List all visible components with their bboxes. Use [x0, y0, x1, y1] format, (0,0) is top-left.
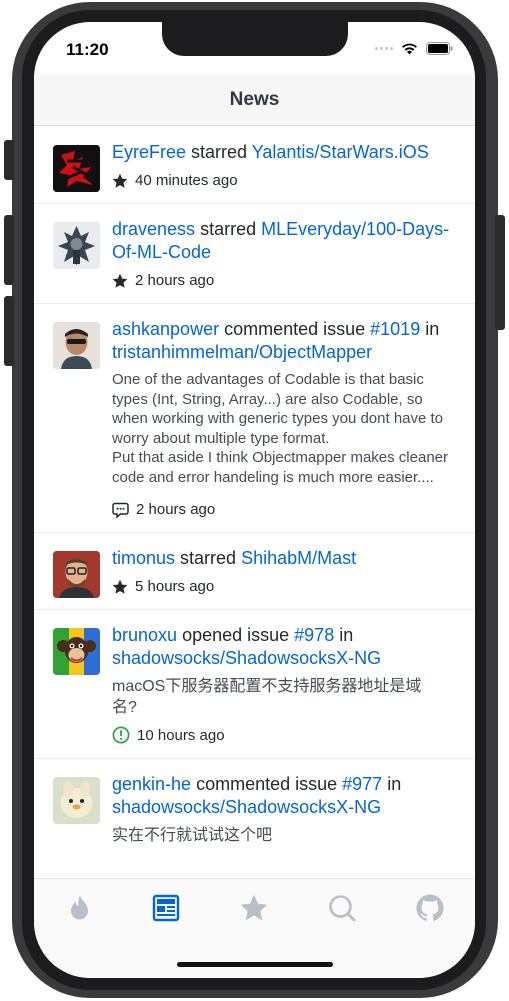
flame-icon [71, 895, 88, 920]
feed-item[interactable]: draveness starred MLEveryday/100-Days-Of… [34, 204, 475, 304]
notch [162, 22, 348, 56]
item-meta: 10 hours ago [112, 726, 461, 744]
user-link[interactable]: EyreFree [112, 142, 186, 162]
star-icon [112, 273, 128, 288]
action-text: starred [175, 548, 242, 568]
star-icon [112, 579, 128, 594]
user-link[interactable]: timonus [112, 548, 175, 568]
battery-icon [426, 42, 453, 55]
timestamp: 10 hours ago [137, 726, 225, 744]
feed-item[interactable]: genkin-he commented issue #977 in shadow… [34, 759, 475, 860]
tab-starred[interactable] [239, 893, 269, 923]
avatar[interactable] [53, 322, 100, 369]
action-text: commented issue [219, 319, 371, 339]
signal-icon [375, 47, 393, 50]
feed-item[interactable]: timonus starred ShihabM/Mast 5 hours ago [34, 533, 475, 610]
issue-opened-icon [112, 726, 130, 744]
home-indicator [177, 962, 333, 967]
comment-body: One of the advantages of Codable is that… [112, 371, 449, 486]
page-title: News [229, 88, 280, 110]
in-text: in [382, 774, 402, 794]
item-meta: 2 hours ago [112, 501, 461, 518]
comment-body: 实在不行就试试这个吧 [112, 827, 273, 844]
feed-item[interactable]: EyreFree starred Yalantis/StarWars.iOS 4… [34, 127, 475, 204]
tab-trending[interactable] [65, 893, 95, 923]
comment-icon [112, 502, 129, 518]
timestamp: 40 minutes ago [135, 172, 238, 189]
github-icon [416, 894, 444, 921]
in-text: in [334, 625, 354, 645]
in-text: in [420, 319, 440, 339]
issue-link[interactable]: #978 [294, 625, 334, 645]
repo-link[interactable]: tristanhimmelman/ObjectMapper [112, 342, 372, 362]
timestamp: 2 hours ago [136, 501, 216, 518]
item-headline: ashkanpower commented issue #1019 in tri… [112, 318, 461, 364]
item-meta: 40 minutes ago [112, 172, 461, 189]
item-headline: draveness starred MLEveryday/100-Days-Of… [112, 218, 461, 264]
screen: 11:20 News EyreFree starred Yalantis/Sta… [34, 22, 475, 978]
star-icon [112, 173, 128, 188]
action-text: opened issue [177, 625, 295, 645]
user-link[interactable]: genkin-he [112, 774, 191, 794]
feed-item[interactable]: ashkanpower commented issue #1019 in tri… [34, 304, 475, 533]
item-headline: timonus starred ShihabM/Mast [112, 547, 461, 570]
tab-news[interactable] [151, 893, 181, 923]
repo-link[interactable]: ShihabM/Mast [241, 548, 356, 568]
feed-item[interactable]: brunoxu opened issue #978 in shadowsocks… [34, 610, 475, 759]
avatar[interactable] [53, 222, 100, 269]
repo-link[interactable]: Yalantis/StarWars.iOS [252, 142, 429, 162]
mute-switch [4, 140, 14, 180]
item-headline: genkin-he commented issue #977 in shadow… [112, 773, 461, 819]
action-text: starred [195, 219, 262, 239]
status-icons [375, 42, 453, 55]
avatar[interactable] [53, 145, 100, 192]
item-meta: 5 hours ago [112, 578, 461, 595]
power-button [495, 215, 505, 330]
avatar[interactable] [53, 777, 100, 824]
user-link[interactable]: draveness [112, 219, 195, 239]
user-link[interactable]: brunoxu [112, 625, 177, 645]
navigation-bar: News [34, 74, 475, 126]
tab-search[interactable] [327, 893, 357, 923]
repo-link[interactable]: shadowsocks/ShadowsocksX-NG [112, 648, 381, 668]
avatar[interactable] [53, 551, 100, 598]
action-text: starred [186, 142, 252, 162]
volume-down-button [4, 296, 14, 366]
repo-link[interactable]: shadowsocks/ShadowsocksX-NG [112, 797, 381, 817]
news-icon [152, 894, 180, 922]
status-time: 11:20 [66, 40, 109, 59]
action-text: commented issue [191, 774, 343, 794]
volume-up-button [4, 215, 14, 285]
wifi-icon [402, 43, 417, 55]
avatar[interactable] [53, 628, 100, 675]
search-icon [329, 895, 356, 922]
user-link[interactable]: ashkanpower [112, 319, 219, 339]
item-headline: brunoxu opened issue #978 in shadowsocks… [112, 624, 461, 670]
item-headline: EyreFree starred Yalantis/StarWars.iOS [112, 141, 461, 164]
news-feed[interactable]: EyreFree starred Yalantis/StarWars.iOS 4… [34, 127, 475, 879]
tab-profile[interactable] [415, 893, 445, 923]
issue-link[interactable]: #1019 [370, 319, 420, 339]
issue-link[interactable]: #977 [342, 774, 382, 794]
timestamp: 2 hours ago [135, 272, 215, 289]
item-meta: 2 hours ago [112, 272, 461, 289]
issue-body: macOS下服务器配置不支持服务器地址是域名? [112, 678, 422, 716]
timestamp: 5 hours ago [135, 578, 215, 595]
star-icon [240, 895, 268, 921]
